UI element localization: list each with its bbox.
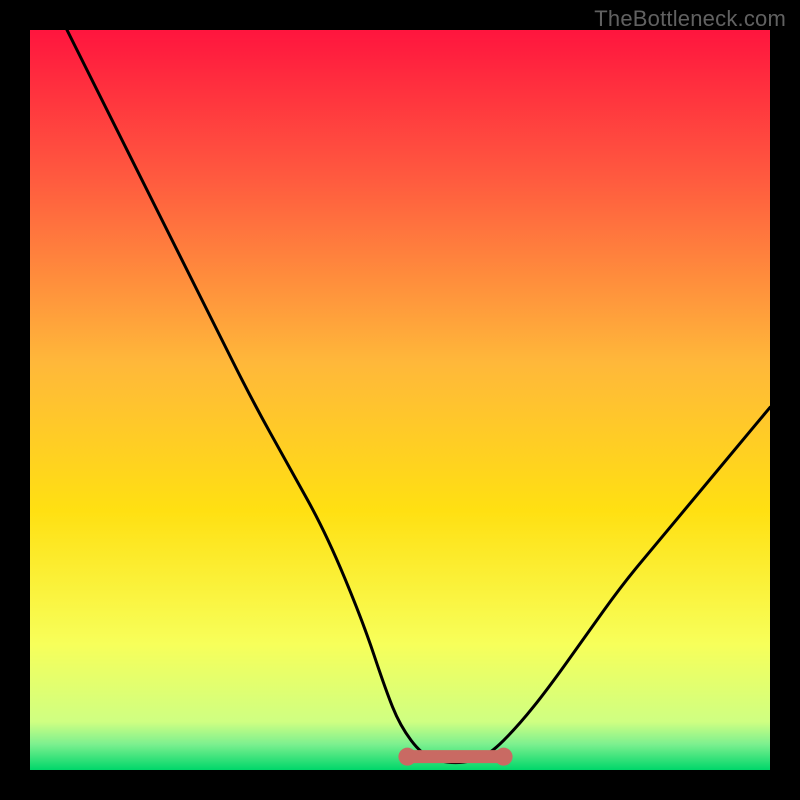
- chart-frame: TheBottleneck.com: [0, 0, 800, 800]
- optimal-zone-marker: [398, 748, 512, 766]
- gradient-background: [30, 30, 770, 770]
- watermark-text: TheBottleneck.com: [594, 6, 786, 32]
- bottleneck-chart: [30, 30, 770, 770]
